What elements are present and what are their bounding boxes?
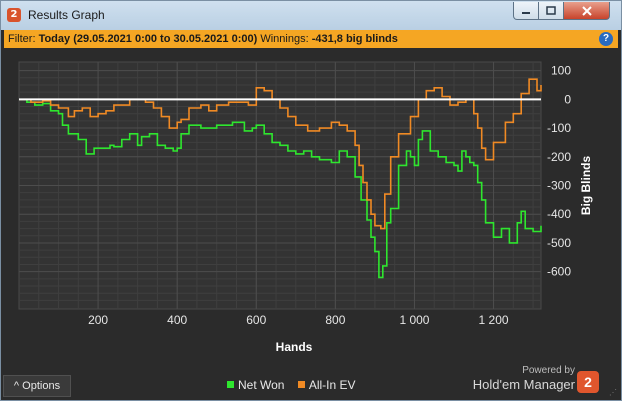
- x-tick-label: 600: [246, 313, 266, 327]
- y-tick-label: -300: [547, 179, 571, 193]
- legend-label-net-won: Net Won: [238, 378, 285, 392]
- legend-swatch-net-won: [227, 381, 234, 388]
- chevron-up-icon: ^: [13, 380, 20, 392]
- filter-label: Filter:: [8, 33, 36, 45]
- powered-by-text: Powered by: [522, 365, 575, 376]
- minimize-button[interactable]: [513, 2, 539, 20]
- y-tick-label: -100: [547, 121, 571, 135]
- results-chart: 200 400 600 800 1 000 1 2001000-100-200-300-4…: [18, 61, 593, 354]
- chart-legend: Net Won All-In EV: [227, 378, 366, 392]
- filter-bar: Filter: Today (29.05.2021 0:00 to 30.05.…: [4, 30, 618, 48]
- options-label: Options: [22, 380, 61, 392]
- y-axis-label: Big Blinds: [579, 156, 593, 216]
- x-tick-label: 1 200: [479, 313, 509, 327]
- close-button[interactable]: [563, 2, 610, 20]
- x-tick-label: 1 000: [399, 313, 429, 327]
- results-graph-window: 2 Results Graph Filter: Today (29.05.202…: [0, 0, 622, 401]
- title-bar[interactable]: 2 Results Graph: [1, 1, 621, 30]
- x-tick-label: 200: [88, 313, 108, 327]
- y-tick-label: -500: [547, 236, 571, 250]
- window-title: Results Graph: [28, 8, 105, 22]
- x-tick-label: 800: [325, 313, 345, 327]
- y-tick-label: -600: [547, 265, 571, 279]
- maximize-button[interactable]: [538, 2, 564, 20]
- footer-bar: ^ Options Net Won All-In EV Powered by H…: [1, 365, 621, 400]
- minimize-icon: [522, 12, 530, 14]
- maximize-icon: [546, 6, 556, 15]
- y-tick-label: 100: [551, 64, 571, 78]
- y-tick-label: -200: [547, 150, 571, 164]
- x-axis-label: Hands: [276, 340, 313, 354]
- winnings-value: -431,8 big blinds: [311, 33, 398, 45]
- legend-swatch-all-in-ev: [297, 381, 305, 388]
- brand-name: Hold'em Manager: [472, 377, 575, 392]
- legend-all-in-ev: All-In EV: [297, 378, 356, 392]
- brand-logo-icon: 2: [577, 371, 599, 393]
- close-icon: [581, 6, 592, 16]
- app-logo-icon: 2: [7, 8, 21, 22]
- options-button[interactable]: ^ Options: [3, 375, 71, 397]
- legend-net-won: Net Won: [227, 378, 284, 392]
- winnings-label: Winnings:: [260, 33, 309, 45]
- legend-label-all-in-ev: All-In EV: [308, 378, 356, 392]
- y-tick-label: -400: [547, 207, 571, 221]
- resize-grip-icon[interactable]: ⋰: [609, 388, 617, 397]
- filter-value: Today (29.05.2021 0:00 to 30.05.2021 0:0…: [38, 33, 258, 45]
- brand-block: Powered by Hold'em Manager: [471, 365, 575, 392]
- y-tick-label: 0: [564, 92, 571, 106]
- help-icon[interactable]: ?: [599, 32, 613, 46]
- x-tick-label: 400: [167, 313, 187, 327]
